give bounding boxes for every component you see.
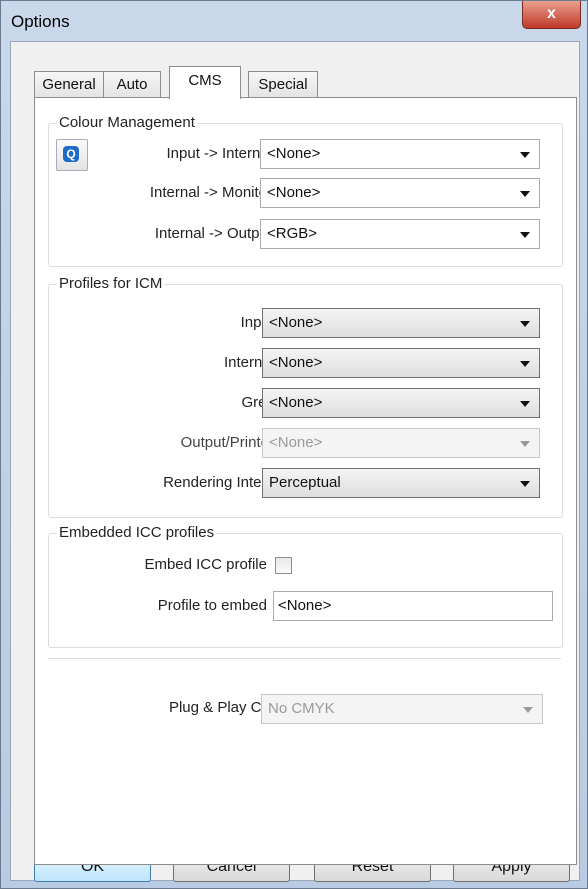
chevron-down-icon [520, 191, 530, 197]
close-button[interactable]: x [522, 1, 581, 29]
output-printer-value: <None> [269, 434, 323, 451]
tab-special[interactable]: Special [248, 71, 318, 98]
input-profile-value: <None> [269, 314, 323, 331]
cms-tab-panel: Colour Management Q Input -> Internal <N… [34, 97, 577, 865]
internal-monitor-label: Internal -> Monitor [149, 184, 272, 201]
profiles-icm-group: Profiles for ICM Input <None> Internal <… [48, 275, 563, 518]
title-bar: Options x [1, 1, 587, 41]
rendering-intent-select[interactable]: Perceptual [262, 468, 540, 498]
profile-to-embed-field[interactable]: <None> [273, 591, 553, 621]
tab-cms[interactable]: CMS [169, 66, 241, 99]
cms-settings-button[interactable]: Q [56, 139, 88, 171]
internal-profile-select[interactable]: <None> [262, 348, 540, 378]
color-management-icon: Q [63, 146, 79, 162]
chevron-down-icon [520, 321, 530, 327]
profile-to-embed-label: Profile to embed [157, 597, 267, 614]
output-printer-label: Output/Printer [180, 434, 274, 451]
colour-management-group: Colour Management Q Input -> Internal <N… [48, 114, 563, 267]
chevron-down-icon [520, 401, 530, 407]
chevron-down-icon [520, 361, 530, 367]
plug-play-value: No CMYK [268, 700, 335, 717]
internal-output-value: <RGB> [267, 225, 318, 242]
plug-play-divider [48, 658, 561, 659]
chevron-down-icon [520, 441, 530, 447]
internal-output-label: Internal -> Output [154, 225, 272, 242]
profiles-icm-legend: Profiles for ICM [57, 275, 165, 292]
embedded-icc-group: Embedded ICC profiles Embed ICC profile … [48, 524, 563, 648]
grey-profile-value: <None> [269, 394, 323, 411]
chevron-down-icon [520, 481, 530, 487]
chevron-down-icon [520, 232, 530, 238]
tab-general[interactable]: General [34, 71, 104, 98]
options-window: Options x General Auto CMS Special Colou… [0, 0, 588, 889]
embed-icc-checkbox[interactable] [275, 557, 292, 574]
grey-profile-select[interactable]: <None> [262, 388, 540, 418]
chevron-down-icon [520, 152, 530, 158]
input-internal-value: <None> [267, 145, 321, 162]
chevron-down-icon [523, 707, 533, 713]
input-internal-label: Input -> Internal [166, 145, 272, 162]
close-icon: x [547, 5, 556, 22]
internal-output-select[interactable]: <RGB> [260, 219, 540, 249]
rendering-intent-label: Rendering Intent [163, 474, 274, 491]
input-profile-select[interactable]: <None> [262, 308, 540, 338]
internal-profile-value: <None> [269, 354, 323, 371]
embedded-icc-legend: Embedded ICC profiles [57, 524, 217, 541]
colour-management-legend: Colour Management [57, 114, 197, 131]
plug-play-select: No CMYK [261, 694, 543, 724]
embed-icc-label: Embed ICC profile [144, 556, 267, 573]
output-printer-select: <None> [262, 428, 540, 458]
window-title: Options [11, 12, 70, 31]
tab-auto[interactable]: Auto [103, 71, 161, 98]
rendering-intent-value: Perceptual [269, 474, 341, 491]
internal-monitor-select[interactable]: <None> [260, 178, 540, 208]
dialog-client: General Auto CMS Special Colour Manageme… [10, 41, 580, 882]
input-internal-select[interactable]: <None> [260, 139, 540, 169]
internal-monitor-value: <None> [267, 184, 321, 201]
